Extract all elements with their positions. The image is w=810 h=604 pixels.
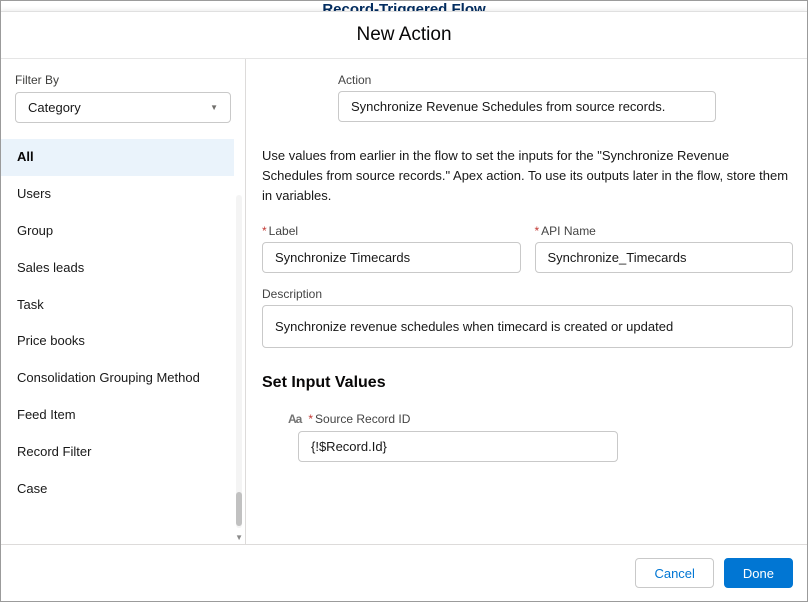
description-field-label: Description	[262, 287, 793, 301]
sidebar-item-feed-item[interactable]: Feed Item	[1, 397, 234, 434]
sidebar-item-all[interactable]: All	[1, 139, 234, 176]
modal-header: New Action	[1, 12, 807, 59]
source-record-id-input[interactable]	[298, 431, 618, 462]
source-record-id-group: Aa *Source Record ID	[288, 412, 793, 462]
api-name-field-label: *API Name	[535, 224, 794, 238]
action-form: Action Use values from earlier in the fl…	[246, 59, 807, 544]
background-flow-title: Record-Triggered Flow	[322, 1, 485, 11]
background-page: Record-Triggered Flow	[1, 1, 807, 11]
sidebar-item-record-filter[interactable]: Record Filter	[1, 434, 234, 471]
required-asterisk: *	[535, 224, 540, 238]
chevron-down-icon: ▼	[210, 103, 218, 112]
api-name-field-group: *API Name	[535, 224, 794, 273]
label-input[interactable]	[262, 242, 521, 273]
sidebar-item-sales-leads[interactable]: Sales leads	[1, 250, 234, 287]
description-input[interactable]	[262, 305, 793, 348]
filter-by-label: Filter By	[15, 73, 245, 87]
sidebar-item-case[interactable]: Case	[1, 471, 234, 508]
modal-footer: Cancel Done	[1, 544, 807, 601]
source-record-id-label: *Source Record ID	[308, 412, 410, 426]
modal-body: Filter By Category ▼ All Users Group Sal…	[1, 59, 807, 544]
sidebar-item-consolidation-grouping-method[interactable]: Consolidation Grouping Method	[1, 360, 234, 397]
category-select-value: Category	[28, 100, 81, 115]
required-asterisk: *	[308, 412, 313, 426]
new-action-modal: New Action Filter By Category ▼ All User…	[1, 11, 807, 601]
intro-text: Use values from earlier in the flow to s…	[262, 146, 793, 206]
scroll-down-arrow-icon[interactable]: ▼	[235, 533, 243, 542]
description-field-group: Description	[262, 287, 793, 348]
screen: Record-Triggered Flow New Action Filter …	[0, 0, 808, 602]
sidebar-item-group[interactable]: Group	[1, 213, 234, 250]
sidebar-item-price-books[interactable]: Price books	[1, 323, 234, 360]
label-apiname-row: *Label *API Name	[262, 224, 793, 273]
done-button[interactable]: Done	[724, 558, 793, 588]
cancel-button[interactable]: Cancel	[635, 558, 713, 588]
action-field-group: Action	[338, 73, 716, 122]
source-record-id-label-row: Aa *Source Record ID	[288, 412, 793, 426]
category-select[interactable]: Category ▼	[15, 92, 231, 123]
category-list: All Users Group Sales leads Task Price b…	[1, 139, 234, 508]
sidebar-item-task[interactable]: Task	[1, 287, 234, 324]
action-input[interactable]	[338, 91, 716, 122]
sidebar-scrollbar-track	[236, 195, 242, 528]
label-field-label: *Label	[262, 224, 521, 238]
sidebar-scrollbar-thumb[interactable]	[236, 492, 242, 526]
api-name-input[interactable]	[535, 242, 794, 273]
text-type-icon: Aa	[288, 412, 301, 426]
required-asterisk: *	[262, 224, 267, 238]
modal-title: New Action	[356, 24, 451, 46]
category-sidebar: Filter By Category ▼ All Users Group Sal…	[1, 59, 246, 544]
sidebar-item-users[interactable]: Users	[1, 176, 234, 213]
label-field-group: *Label	[262, 224, 521, 273]
action-label: Action	[338, 73, 716, 87]
set-input-values-heading: Set Input Values	[262, 374, 793, 392]
